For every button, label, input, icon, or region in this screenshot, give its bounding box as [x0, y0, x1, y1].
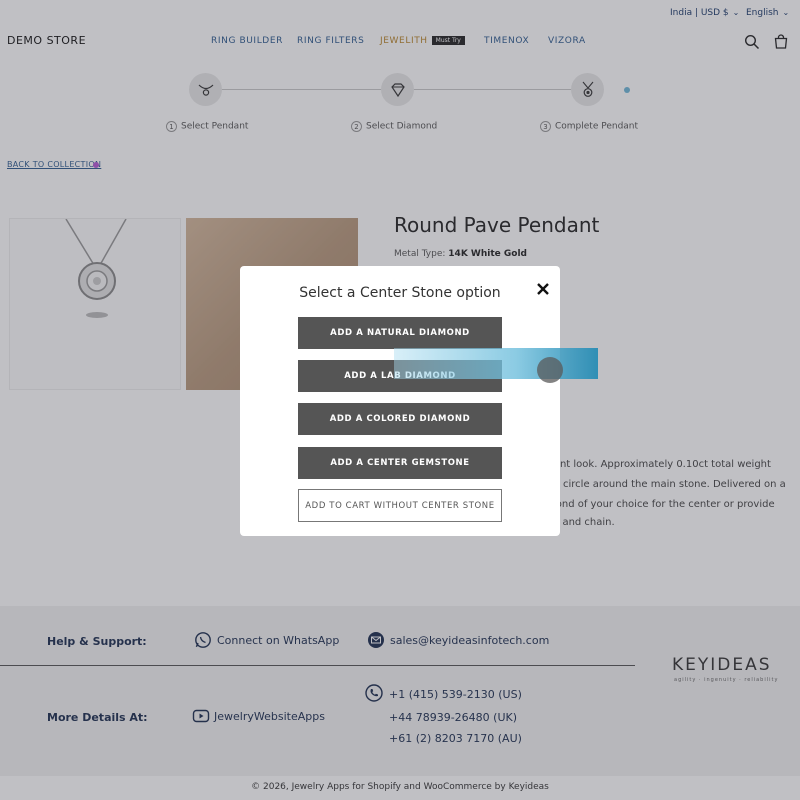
center-stone-modal: Select a Center Stone option ADD A NATUR…	[240, 266, 560, 536]
add-natural-diamond-button[interactable]: ADD A NATURAL DIAMOND	[298, 317, 502, 349]
add-colored-diamond-button[interactable]: ADD A COLORED DIAMOND	[298, 403, 502, 435]
modal-title: Select a Center Stone option	[299, 285, 501, 301]
cursor-indicator	[537, 357, 563, 383]
add-to-cart-without-stone-button[interactable]: ADD TO CART WITHOUT CENTER STONE	[298, 489, 502, 522]
close-icon[interactable]	[536, 282, 550, 296]
add-center-gemstone-button[interactable]: ADD A CENTER GEMSTONE	[298, 447, 502, 479]
cursor-highlight	[394, 348, 598, 379]
